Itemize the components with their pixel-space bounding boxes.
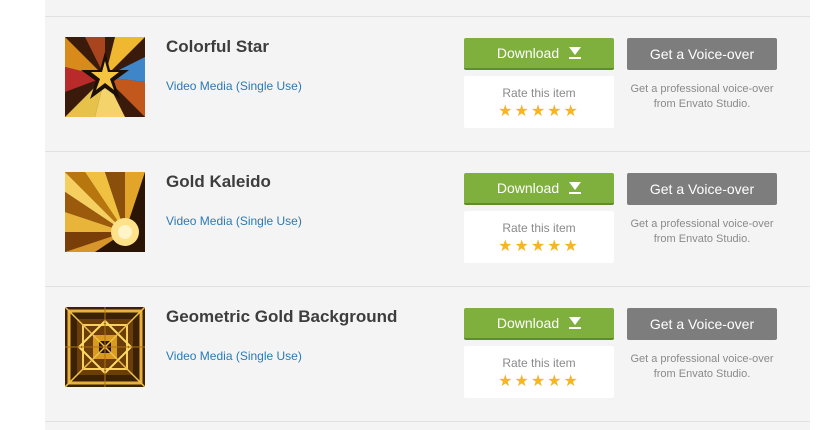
item-list-panel: Colorful Star Video Media (Single Use) D…: [45, 0, 810, 430]
voiceover-description: Get a professional voice-over from Envat…: [630, 83, 774, 110]
item-thumbnail[interactable]: [65, 307, 145, 387]
geometric-gold-thumbnail-icon: [65, 307, 145, 387]
rate-label: Rate this item: [502, 86, 576, 100]
download-button-label: Download: [496, 45, 560, 61]
colorful-star-thumbnail-icon: [65, 37, 145, 117]
list-item: Colorful Star Video Media (Single Use) D…: [45, 17, 810, 151]
item-thumbnail[interactable]: [65, 37, 145, 117]
license-link[interactable]: Video Media (Single Use): [166, 349, 302, 363]
gold-kaleido-thumbnail-icon: [65, 172, 145, 252]
download-button[interactable]: Download: [464, 173, 614, 205]
item-title[interactable]: Geometric Gold Background: [166, 307, 397, 327]
voiceover-button[interactable]: Get a Voice-over: [627, 173, 777, 205]
voiceover-description: Get a professional voice-over from Envat…: [630, 218, 774, 245]
star-rating[interactable]: ★★★★★: [464, 103, 614, 121]
download-button-label: Download: [496, 180, 560, 196]
rating-box: Rate this item ★★★★★: [464, 76, 614, 128]
download-arrow-icon: [569, 317, 582, 329]
list-item: Geometric Gold Background Video Media (S…: [45, 287, 810, 421]
license-link[interactable]: Video Media (Single Use): [166, 79, 302, 93]
license-link[interactable]: Video Media (Single Use): [166, 214, 302, 228]
item-title[interactable]: Colorful Star: [166, 37, 269, 57]
item-title[interactable]: Gold Kaleido: [166, 172, 271, 192]
voiceover-description: Get a professional voice-over from Envat…: [630, 353, 774, 380]
download-button[interactable]: Download: [464, 38, 614, 70]
download-button-label: Download: [496, 315, 560, 331]
star-rating[interactable]: ★★★★★: [464, 238, 614, 256]
divider: [45, 421, 810, 422]
rating-box: Rate this item ★★★★★: [464, 211, 614, 263]
download-arrow-icon: [569, 47, 582, 59]
list-item: Gold Kaleido Video Media (Single Use) Do…: [45, 152, 810, 286]
voiceover-button[interactable]: Get a Voice-over: [627, 38, 777, 70]
download-arrow-icon: [569, 182, 582, 194]
star-rating[interactable]: ★★★★★: [464, 373, 614, 391]
item-thumbnail[interactable]: [65, 172, 145, 252]
voiceover-button[interactable]: Get a Voice-over: [627, 308, 777, 340]
rate-label: Rate this item: [502, 356, 576, 370]
rating-box: Rate this item ★★★★★: [464, 346, 614, 398]
download-button[interactable]: Download: [464, 308, 614, 340]
rate-label: Rate this item: [502, 221, 576, 235]
